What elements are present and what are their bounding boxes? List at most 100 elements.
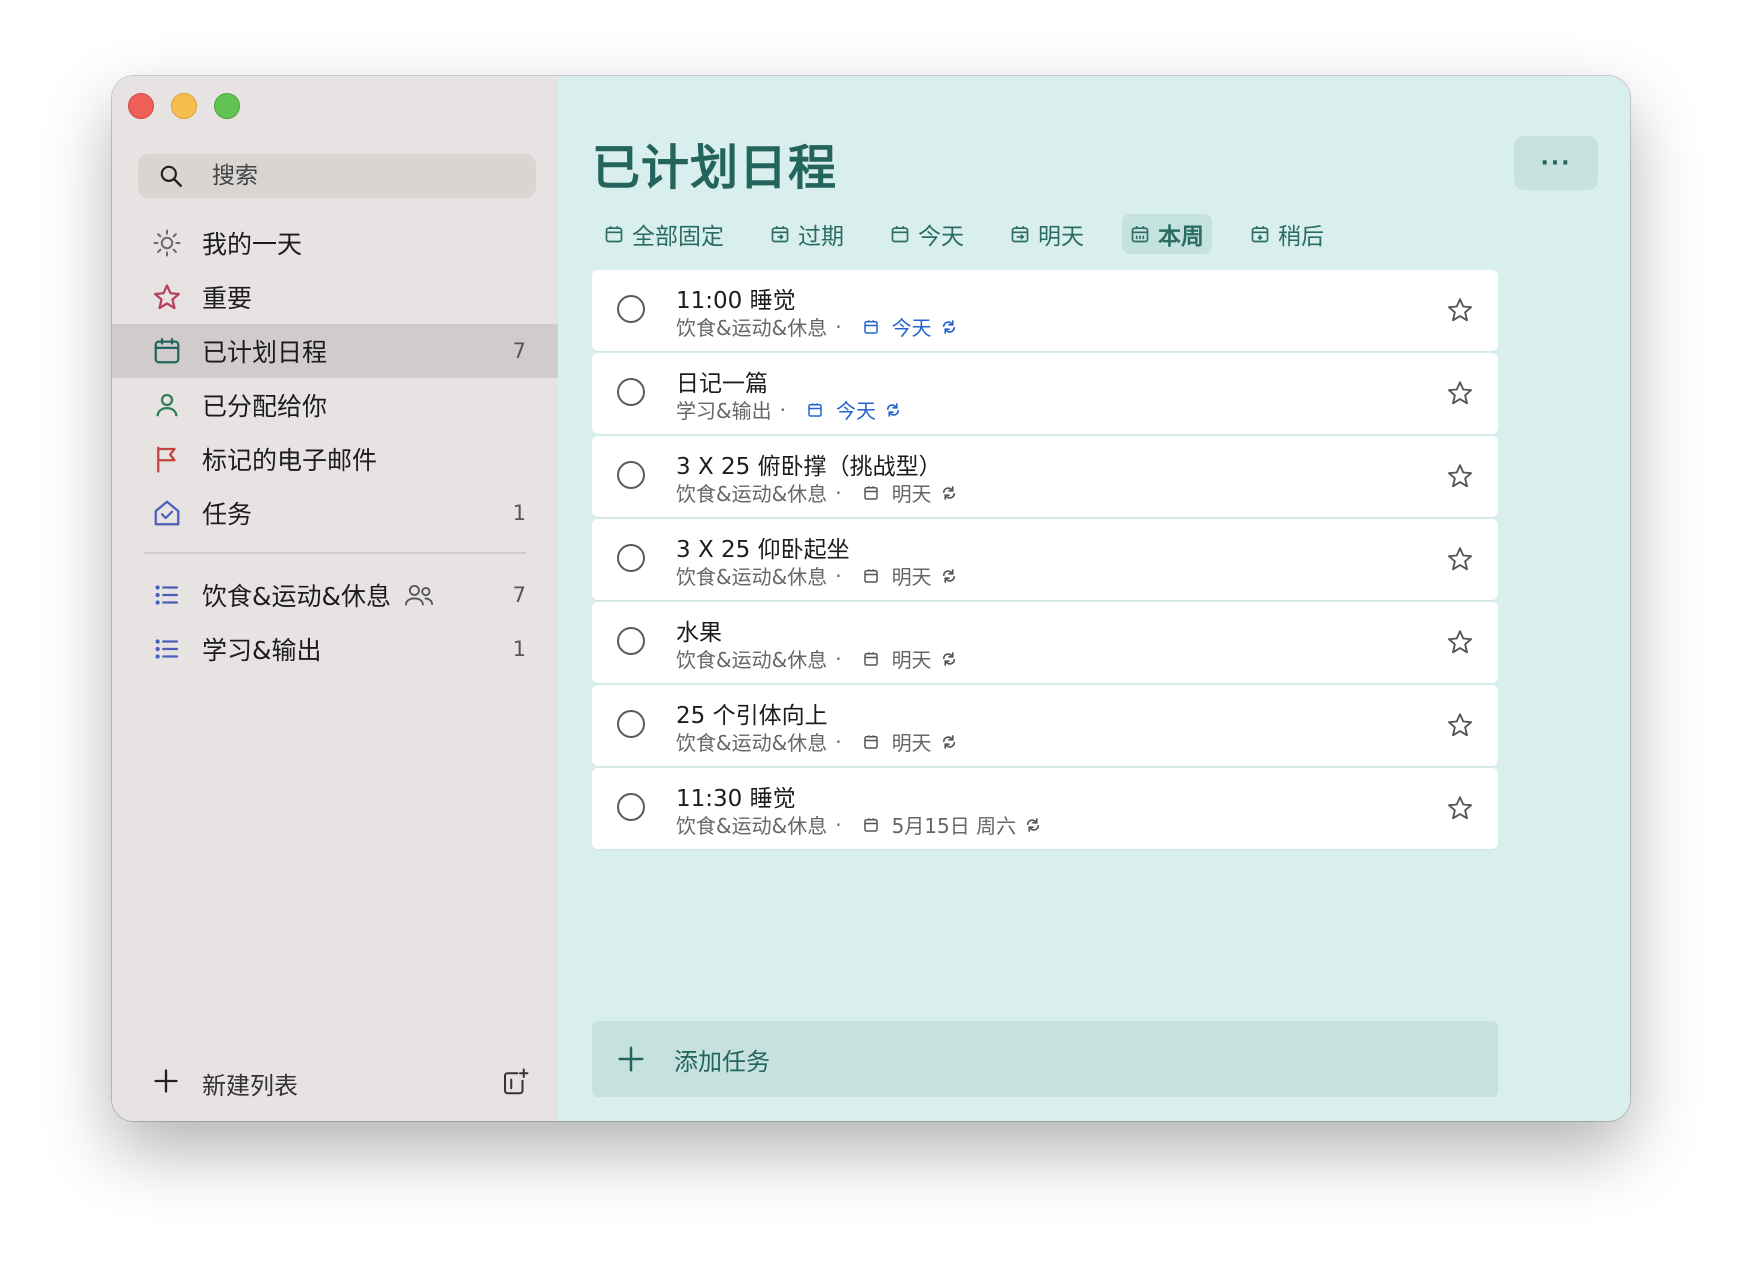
repeat-icon <box>886 402 900 417</box>
sun-icon <box>152 228 182 258</box>
sidebar-list-study[interactable]: 学习&输出 1 <box>112 622 558 676</box>
complete-checkbox[interactable] <box>617 378 645 406</box>
task-list-name: 饮食&运动&休息 <box>676 814 828 838</box>
filter-tomorrow[interactable]: 明天 <box>1002 214 1092 254</box>
task-list-name: 饮食&运动&休息 <box>676 482 828 506</box>
search-input[interactable] <box>210 162 514 190</box>
list-icon <box>152 580 182 610</box>
filter-bar: 全部固定 过期 今天 明天 本周 稍后 <box>596 214 1362 254</box>
due-calendar-icon <box>863 568 878 583</box>
new-list-button[interactable]: 新建列表 <box>202 1066 298 1101</box>
due-calendar-icon <box>863 485 878 500</box>
filter-today[interactable]: 今天 <box>882 214 972 254</box>
due-date: 明天 <box>891 565 932 589</box>
sidebar-item-important[interactable]: 重要 <box>112 270 558 324</box>
calendar-icon <box>152 336 182 366</box>
task-title: 水果 <box>676 620 722 646</box>
sidebar-item-my-day[interactable]: 我的一天 <box>112 216 558 270</box>
task-row[interactable]: 11:30 睡觉 饮食&运动&休息 · 5月15日 周六 <box>592 768 1498 849</box>
meta-separator: · <box>835 729 842 754</box>
star-icon[interactable] <box>1446 379 1474 407</box>
sidebar-list-count: 7 <box>512 583 526 607</box>
due-calendar-icon <box>863 817 878 832</box>
minimize-button[interactable] <box>171 93 197 119</box>
task-meta: 饮食&运动&休息 · 5月15日 周六 <box>676 810 1042 839</box>
list-icon <box>152 634 182 664</box>
star-icon[interactable] <box>1446 794 1474 822</box>
filter-label: 本周 <box>1158 224 1204 250</box>
task-list-name: 饮食&运动&休息 <box>676 316 828 340</box>
new-group-icon[interactable] <box>500 1067 530 1101</box>
sidebar-item-label: 我的一天 <box>202 230 303 259</box>
filter-this-week[interactable]: 本周 <box>1122 214 1212 254</box>
task-meta: 饮食&运动&休息 · 今天 <box>676 312 958 341</box>
due-calendar-icon <box>863 734 878 749</box>
person-icon <box>152 390 182 420</box>
star-icon[interactable] <box>1446 545 1474 573</box>
due-date: 5月15日 周六 <box>891 814 1017 838</box>
meta-separator: · <box>779 397 786 422</box>
complete-checkbox[interactable] <box>617 793 645 821</box>
task-row[interactable]: 3 X 25 仰卧起坐 饮食&运动&休息 · 明天 <box>592 519 1498 600</box>
sidebar-list-count: 1 <box>512 637 526 661</box>
sidebar: 我的一天 重要 <box>112 76 558 1121</box>
star-icon[interactable] <box>1446 462 1474 490</box>
complete-checkbox[interactable] <box>617 544 645 572</box>
task-title: 25 个引体向上 <box>676 703 828 729</box>
page-title: 已计划日程 <box>592 140 838 196</box>
sidebar-item-tasks[interactable]: 任务 1 <box>112 486 558 540</box>
repeat-icon <box>942 485 955 500</box>
meta-separator: · <box>835 314 842 339</box>
task-row[interactable]: 3 X 25 俯卧撑（挑战型） 饮食&运动&休息 · 明天 <box>592 436 1498 517</box>
calendar-overdue-icon <box>771 226 789 243</box>
filter-label: 明天 <box>1038 224 1084 250</box>
sidebar-item-planned[interactable]: 已计划日程 7 <box>112 324 558 378</box>
repeat-icon <box>942 319 955 334</box>
task-row[interactable]: 11:00 睡觉 饮食&运动&休息 · 今天 <box>592 270 1498 351</box>
sidebar-item-assigned[interactable]: 已分配给你 <box>112 378 558 432</box>
star-icon[interactable] <box>1446 296 1474 324</box>
calendar-icon <box>891 226 909 243</box>
due-date: 明天 <box>891 482 932 506</box>
task-meta: 饮食&运动&休息 · 明天 <box>676 727 958 756</box>
sidebar-item-count: 7 <box>512 339 526 363</box>
complete-checkbox[interactable] <box>617 295 645 323</box>
more-options-button[interactable]: ··· <box>1514 136 1598 190</box>
plus-icon[interactable] <box>152 1067 180 1099</box>
repeat-icon <box>942 568 955 583</box>
filter-overdue[interactable]: 过期 <box>762 214 852 254</box>
complete-checkbox[interactable] <box>617 627 645 655</box>
task-row[interactable]: 25 个引体向上 饮食&运动&休息 · 明天 <box>592 685 1498 766</box>
task-meta: 饮食&运动&休息 · 明天 <box>676 644 958 673</box>
due-calendar-icon <box>863 651 878 666</box>
search-box[interactable] <box>138 154 536 198</box>
task-row[interactable]: 日记一篇 学习&输出 · 今天 <box>592 353 1498 434</box>
sidebar-item-label: 重要 <box>202 284 253 313</box>
repeat-icon <box>1027 817 1040 832</box>
filter-later[interactable]: 稍后 <box>1242 214 1332 254</box>
complete-checkbox[interactable] <box>617 461 645 489</box>
meta-separator: · <box>835 646 842 671</box>
zoom-button[interactable] <box>214 93 240 119</box>
task-title: 11:30 睡觉 <box>676 786 796 812</box>
close-button[interactable] <box>128 93 154 119</box>
task-meta: 饮食&运动&休息 · 明天 <box>676 478 958 507</box>
plus-icon <box>618 1046 644 1072</box>
star-icon[interactable] <box>1446 628 1474 656</box>
task-row[interactable]: 水果 饮食&运动&休息 · 明天 <box>592 602 1498 683</box>
shared-people-icon <box>403 581 435 609</box>
complete-checkbox[interactable] <box>617 710 645 738</box>
star-icon[interactable] <box>1446 711 1474 739</box>
meta-separator: · <box>835 480 842 505</box>
task-title: 11:00 睡觉 <box>676 288 796 314</box>
sidebar-list-diet[interactable]: 饮食&运动&休息 7 <box>112 568 558 622</box>
due-calendar-icon <box>808 402 822 417</box>
calendar-down-icon <box>1251 226 1269 243</box>
sidebar-list-label: 学习&输出 <box>202 636 322 665</box>
filter-all-fixed[interactable]: 全部固定 <box>596 214 732 254</box>
filter-label: 全部固定 <box>632 224 724 250</box>
sidebar-item-flagged[interactable]: 标记的电子邮件 <box>112 432 558 486</box>
add-task-bar[interactable]: 添加任务 <box>592 1021 1498 1097</box>
task-meta: 学习&输出 · 今天 <box>676 395 902 424</box>
task-meta: 饮食&运动&休息 · 明天 <box>676 561 958 590</box>
